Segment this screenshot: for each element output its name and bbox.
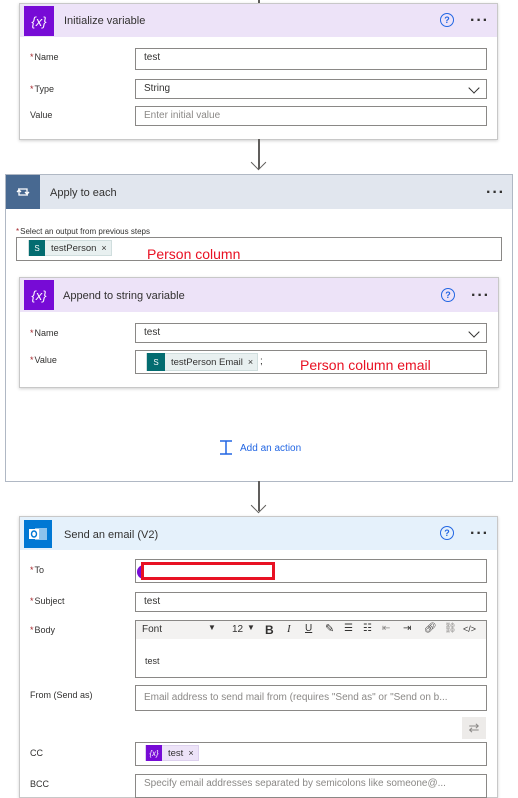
unlink-icon[interactable]: ⛓︎ bbox=[444, 623, 457, 634]
outdent-icon[interactable]: ⇤ bbox=[382, 623, 390, 634]
token-label: testPerson bbox=[51, 242, 97, 254]
initialize-variable-card: {x} Initialize variable ? ··· *Name test… bbox=[19, 3, 498, 140]
more-options-icon[interactable]: ··· bbox=[470, 526, 489, 542]
value-label: *Value bbox=[30, 355, 57, 365]
append-header[interactable]: {x} Append to string variable ? ··· bbox=[20, 278, 498, 312]
sharepoint-icon: S bbox=[147, 353, 165, 371]
remove-token-icon[interactable]: × bbox=[101, 243, 106, 253]
to-label: *To bbox=[30, 565, 45, 575]
chevron-down-icon bbox=[468, 82, 480, 94]
initialize-variable-header[interactable]: {x} Initialize variable ? ··· bbox=[20, 4, 497, 37]
apply-to-each-card: Apply to each ··· *Select an output from… bbox=[5, 174, 513, 482]
token-label: testPerson Email bbox=[171, 356, 243, 368]
person-column-email-annotation: Person column email bbox=[300, 357, 431, 373]
outlook-icon bbox=[24, 520, 52, 548]
from-field[interactable]: Email address to send mail from (require… bbox=[135, 685, 487, 711]
type-dropdown[interactable]: String bbox=[135, 79, 487, 99]
more-options-icon[interactable]: ··· bbox=[470, 13, 489, 29]
bcc-field[interactable]: Specify email addresses separated by sem… bbox=[135, 774, 487, 798]
code-view-icon[interactable]: </> bbox=[463, 624, 476, 634]
test-person-email-token[interactable]: S testPerson Email × bbox=[146, 353, 259, 371]
redaction-box bbox=[141, 562, 275, 580]
subject-label: *Subject bbox=[30, 596, 65, 606]
cc-test-token[interactable]: {x} test × bbox=[145, 745, 199, 761]
arrow-down-icon bbox=[250, 154, 267, 171]
highlight-icon[interactable]: ✎ bbox=[325, 622, 334, 635]
more-options-icon[interactable]: ··· bbox=[471, 288, 490, 304]
variable-icon: {x} bbox=[24, 280, 54, 310]
font-select[interactable]: Font bbox=[142, 624, 162, 635]
remove-token-icon[interactable]: × bbox=[248, 357, 253, 367]
select-output-label: *Select an output from previous steps bbox=[16, 227, 150, 236]
switch-mode-icon[interactable]: ⇄ bbox=[462, 717, 486, 739]
send-email-card: Send an email (V2) ? ··· *To *Subject te… bbox=[19, 516, 498, 798]
font-size-arrow-icon[interactable]: ▼ bbox=[247, 623, 255, 632]
add-action-label: Add an action bbox=[240, 442, 302, 454]
append-to-string-card: {x} Append to string variable ? ··· *Nam… bbox=[19, 277, 499, 388]
sharepoint-icon: S bbox=[29, 240, 45, 256]
subject-field[interactable]: test bbox=[135, 592, 487, 612]
bullet-list-icon[interactable]: ☰ bbox=[344, 623, 353, 634]
more-options-icon[interactable]: ··· bbox=[486, 185, 505, 201]
italic-button[interactable]: I bbox=[287, 623, 291, 635]
bcc-label: BCC bbox=[30, 779, 50, 789]
body-toolbar: Font ▼ 12 ▼ B I U ✎ ☰ ☷ ⇤ ⇥ 🔗︎ ⛓︎ </> bbox=[136, 621, 486, 639]
send-email-header[interactable]: Send an email (V2) ? ··· bbox=[20, 517, 497, 550]
chevron-down-icon bbox=[468, 326, 480, 338]
value-trailing-text: ; bbox=[260, 356, 263, 367]
add-action-button[interactable]: Add an action bbox=[218, 439, 301, 457]
name-label: *Name bbox=[30, 328, 59, 338]
add-action-icon bbox=[220, 440, 232, 455]
bold-button[interactable]: B bbox=[265, 623, 274, 637]
font-dropdown-arrow-icon[interactable]: ▼ bbox=[208, 623, 216, 632]
body-editor[interactable]: Font ▼ 12 ▼ B I U ✎ ☰ ☷ ⇤ ⇥ 🔗︎ ⛓︎ </> te… bbox=[135, 620, 487, 678]
person-column-annotation: Person column bbox=[147, 246, 241, 262]
value-label: Value bbox=[30, 110, 53, 120]
name-dropdown[interactable]: test bbox=[135, 323, 487, 343]
card-title: Initialize variable bbox=[64, 15, 146, 27]
numbered-list-icon[interactable]: ☷ bbox=[363, 623, 372, 634]
card-title: Append to string variable bbox=[63, 290, 185, 302]
card-title: Send an email (V2) bbox=[64, 529, 159, 541]
body-content[interactable]: test bbox=[145, 656, 160, 666]
arrow-down-icon bbox=[250, 497, 267, 514]
name-field[interactable]: test bbox=[135, 48, 487, 70]
variable-icon: {x} bbox=[24, 6, 54, 36]
underline-button[interactable]: U bbox=[305, 623, 312, 634]
help-icon[interactable]: ? bbox=[441, 288, 455, 302]
loop-icon bbox=[6, 175, 40, 209]
variable-icon: {x} bbox=[146, 745, 162, 761]
type-label: *Type bbox=[30, 84, 55, 94]
font-size-select[interactable]: 12 bbox=[232, 624, 243, 635]
name-label: *Name bbox=[30, 52, 59, 62]
cc-label: CC bbox=[30, 748, 43, 758]
body-label: *Body bbox=[30, 625, 56, 635]
from-label: From (Send as) bbox=[30, 690, 93, 700]
card-title: Apply to each bbox=[50, 187, 117, 199]
help-icon[interactable]: ? bbox=[440, 13, 454, 27]
test-person-token[interactable]: S testPerson × bbox=[28, 240, 112, 256]
help-icon[interactable]: ? bbox=[440, 526, 454, 540]
remove-token-icon[interactable]: × bbox=[188, 748, 193, 758]
apply-to-each-header[interactable]: Apply to each ··· bbox=[6, 175, 512, 209]
token-label: test bbox=[168, 747, 184, 759]
value-field[interactable]: Enter initial value bbox=[135, 106, 487, 126]
indent-icon[interactable]: ⇥ bbox=[403, 623, 411, 634]
link-icon[interactable]: 🔗︎ bbox=[424, 623, 437, 634]
